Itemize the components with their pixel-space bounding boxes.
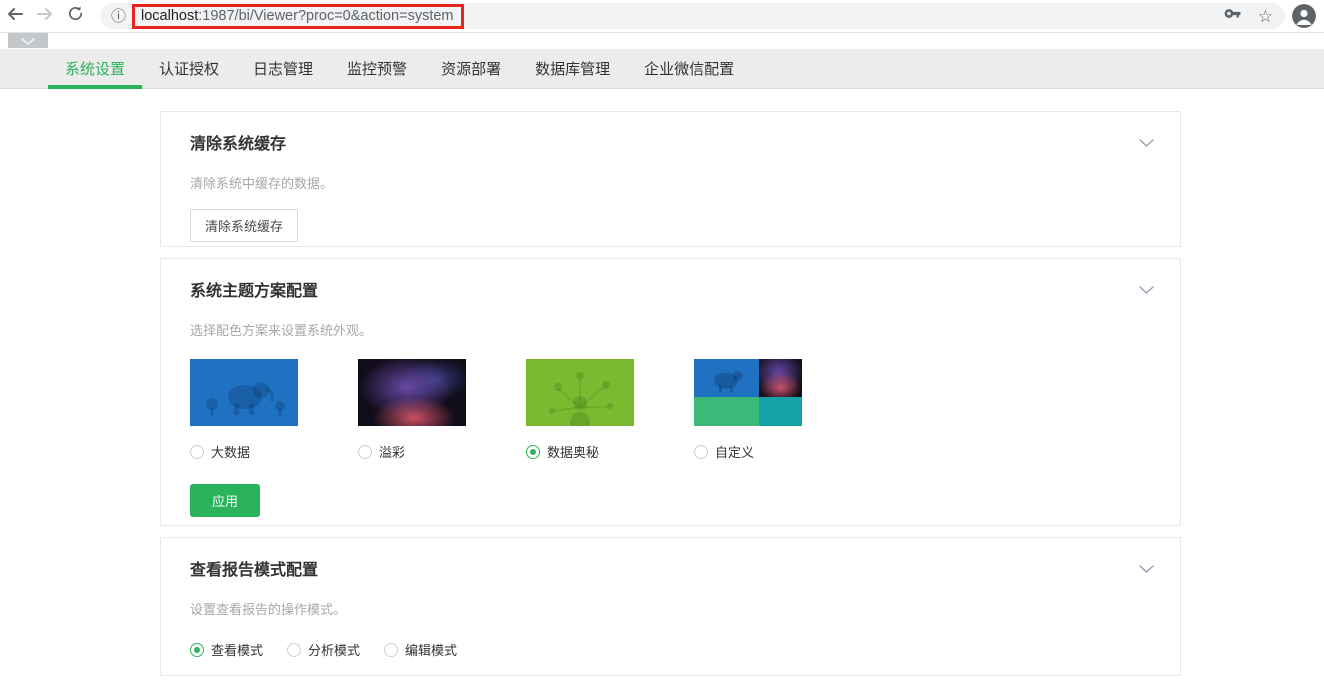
tab-database-management[interactable]: 数据库管理 xyxy=(518,49,627,88)
mode-radio-label: 查看模式 xyxy=(211,643,264,658)
radio-icon xyxy=(190,444,204,459)
card-description: 设置查看报告的操作模式。 xyxy=(190,602,347,617)
radio-icon xyxy=(694,444,708,459)
chevron-down-icon[interactable] xyxy=(1139,134,1154,152)
theme-radio-bigdata[interactable]: 大数据 xyxy=(190,442,298,461)
theme-radio-label: 自定义 xyxy=(715,445,755,460)
back-button[interactable] xyxy=(0,0,30,32)
profile-avatar[interactable] xyxy=(1292,4,1316,28)
theme-option-data-mystery: 数据奥秘 xyxy=(526,359,634,461)
card-description: 选择配色方案来设置系统外观。 xyxy=(190,323,373,338)
tab-log-management[interactable]: 日志管理 xyxy=(236,49,330,88)
card-clear-cache: 清除系统缓存 清除系统中缓存的数据。 清除系统缓存 xyxy=(160,111,1181,247)
theme-radio-label: 溢彩 xyxy=(379,445,406,460)
theme-radio-label: 数据奥秘 xyxy=(547,445,600,460)
mode-radio-view[interactable]: 查看模式 xyxy=(190,640,263,659)
forward-arrow-icon xyxy=(36,5,54,28)
card-title: 查看报告模式配置 xyxy=(190,562,319,579)
chevron-down-icon xyxy=(21,32,35,50)
tab-system-settings[interactable]: 系统设置 xyxy=(48,49,143,89)
refresh-icon xyxy=(67,5,84,27)
mode-radio-label: 编辑模式 xyxy=(405,643,458,658)
radio-icon xyxy=(190,642,204,657)
theme-preview-yicai[interactable] xyxy=(358,359,466,426)
forward-button[interactable] xyxy=(30,0,60,32)
radio-icon xyxy=(287,642,302,657)
tab-resource-deploy[interactable]: 资源部署 xyxy=(424,49,518,88)
custom-quadrant-teal xyxy=(758,396,802,426)
card-title: 清除系统缓存 xyxy=(190,136,287,153)
theme-preview-data-mystery[interactable] xyxy=(526,359,634,426)
chevron-down-icon[interactable] xyxy=(1139,560,1154,578)
theme-option-bigdata: 大数据 xyxy=(190,359,298,461)
radio-icon xyxy=(526,444,540,459)
custom-quadrant-nebula xyxy=(758,359,802,397)
tab-auth[interactable]: 认证授权 xyxy=(142,49,236,88)
bookmark-star-icon[interactable]: ☆ xyxy=(1258,8,1273,25)
theme-radio-custom[interactable]: 自定义 xyxy=(694,442,802,461)
back-arrow-icon xyxy=(6,5,24,28)
theme-option-custom: 自定义 xyxy=(694,359,802,461)
address-bar[interactable]: ⓘ localhost:1987/bi/Viewer?proc=0&action… xyxy=(100,3,1285,29)
theme-preview-bigdata[interactable] xyxy=(190,359,298,426)
card-theme-scheme: 系统主题方案配置 选择配色方案来设置系统外观。 大数据 溢彩 数据奥秘 自定义 … xyxy=(160,258,1181,526)
chevron-down-icon[interactable] xyxy=(1139,281,1154,299)
key-icon[interactable] xyxy=(1223,4,1242,28)
tab-wechat-config[interactable]: 企业微信配置 xyxy=(627,49,751,88)
card-report-mode: 查看报告模式配置 设置查看报告的操作模式。 查看模式 分析模式 编辑模式 xyxy=(160,537,1181,676)
url-path: :1987/bi/Viewer?proc=0&action=system xyxy=(198,7,454,24)
mode-radio-label: 分析模式 xyxy=(308,643,361,658)
mode-radio-analysis[interactable]: 分析模式 xyxy=(287,640,360,659)
custom-quadrant-green xyxy=(694,396,759,426)
theme-preview-custom[interactable] xyxy=(694,359,802,426)
custom-quadrant-blue xyxy=(694,359,759,397)
report-mode-options: 查看模式 分析模式 编辑模式 xyxy=(190,640,1150,659)
theme-radio-label: 大数据 xyxy=(211,445,251,460)
mode-radio-edit[interactable]: 编辑模式 xyxy=(384,640,457,659)
theme-option-yicai: 溢彩 xyxy=(358,359,466,461)
settings-content: 清除系统缓存 清除系统中缓存的数据。 清除系统缓存 系统主题方案配置 选择配色方… xyxy=(0,89,1324,676)
settings-tab-bar: 系统设置 认证授权 日志管理 监控预警 资源部署 数据库管理 企业微信配置 xyxy=(0,49,1324,89)
browser-toolbar: ⓘ localhost:1987/bi/Viewer?proc=0&action… xyxy=(0,0,1324,32)
clear-cache-button[interactable]: 清除系统缓存 xyxy=(190,209,299,242)
card-title: 系统主题方案配置 xyxy=(190,283,319,300)
url-host: localhost xyxy=(141,7,199,24)
url-highlight-box: localhost:1987/bi/Viewer?proc=0&action=s… xyxy=(132,3,464,29)
tab-monitor-alert[interactable]: 监控预警 xyxy=(330,49,424,88)
card-description: 清除系统中缓存的数据。 xyxy=(190,176,334,191)
radio-icon xyxy=(384,642,399,657)
apply-theme-button[interactable]: 应用 xyxy=(190,484,261,517)
theme-options-row: 大数据 溢彩 数据奥秘 自定义 xyxy=(190,359,1150,461)
url-text[interactable]: localhost:1987/bi/Viewer?proc=0&action=s… xyxy=(141,8,453,24)
page-info-icon[interactable]: ⓘ xyxy=(111,9,126,24)
theme-radio-data-mystery[interactable]: 数据奥秘 xyxy=(526,442,634,461)
radio-icon xyxy=(358,444,372,459)
theme-radio-yicai[interactable]: 溢彩 xyxy=(358,442,466,461)
collapse-panel-handle[interactable] xyxy=(8,33,48,48)
refresh-button[interactable] xyxy=(60,0,90,32)
page-top-strip xyxy=(0,33,1324,49)
